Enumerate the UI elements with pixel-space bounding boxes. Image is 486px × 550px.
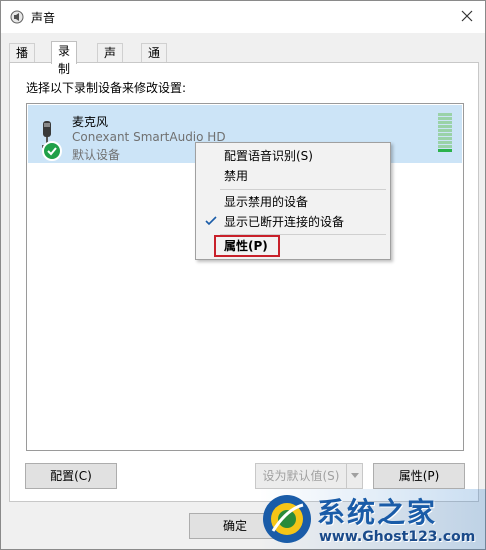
chevron-down-icon bbox=[346, 464, 362, 488]
menu-item-configure-speech[interactable]: 配置语音识别(S) bbox=[224, 147, 313, 165]
window-title: 声音 bbox=[31, 11, 56, 25]
checkmark-icon bbox=[205, 216, 217, 226]
set-default-button: 设为默认值(S) bbox=[255, 463, 363, 489]
device-status: 默认设备 bbox=[72, 148, 121, 162]
tab-sounds[interactable]: 声音 bbox=[97, 43, 124, 78]
configure-button[interactable]: 配置(C) bbox=[25, 463, 117, 489]
level-meter-bar bbox=[438, 149, 452, 152]
menu-separator bbox=[220, 189, 386, 190]
level-meter-bar bbox=[438, 145, 452, 148]
level-meter-bar bbox=[438, 121, 452, 124]
level-meter-bar bbox=[438, 129, 452, 132]
level-meter-bar bbox=[438, 113, 452, 116]
level-meter-bar bbox=[438, 117, 452, 120]
level-meter-bar bbox=[438, 137, 452, 140]
default-device-check-icon bbox=[42, 141, 62, 161]
tab-playback[interactable]: 播放 bbox=[9, 43, 36, 78]
title-bar[interactable]: 声音 bbox=[1, 1, 485, 33]
device-name: 麦克风 bbox=[72, 115, 109, 129]
level-meter bbox=[438, 113, 452, 155]
recording-panel: 选择以下录制设备来修改设置: 麦克风 Conexant SmartAudio H… bbox=[9, 62, 479, 502]
context-menu: 配置语音识别(S) 禁用 显示禁用的设备 显示已断开连接的设备 属性(P) bbox=[195, 142, 391, 260]
menu-item-show-disconnected[interactable]: 显示已断开连接的设备 bbox=[224, 213, 344, 231]
set-default-label: 设为默认值(S) bbox=[262, 469, 340, 483]
close-icon bbox=[461, 10, 473, 22]
system-home-logo-icon bbox=[263, 495, 311, 543]
level-meter-bar bbox=[438, 125, 452, 128]
level-meter-bar bbox=[438, 141, 452, 144]
menu-item-show-disabled[interactable]: 显示禁用的设备 bbox=[224, 193, 308, 211]
properties-button[interactable]: 属性(P) bbox=[373, 463, 465, 489]
tab-communications[interactable]: 通信 bbox=[141, 43, 168, 78]
close-button[interactable] bbox=[453, 3, 481, 29]
menu-item-disable[interactable]: 禁用 bbox=[224, 167, 248, 185]
watermark-url: www.Ghost123.com bbox=[319, 529, 476, 545]
instruction-text: 选择以下录制设备来修改设置: bbox=[26, 81, 187, 95]
sound-dialog: 声音 播放 录制 声音 通信 选择以下录制设备来修改设置: bbox=[0, 0, 486, 550]
menu-item-properties[interactable]: 属性(P) bbox=[224, 237, 268, 255]
speaker-icon bbox=[10, 10, 24, 24]
tab-recording[interactable]: 录制 bbox=[51, 41, 78, 76]
level-meter-bar bbox=[438, 133, 452, 136]
watermark: 系统之家 www.Ghost123.com bbox=[259, 489, 486, 550]
watermark-title: 系统之家 bbox=[317, 496, 438, 529]
